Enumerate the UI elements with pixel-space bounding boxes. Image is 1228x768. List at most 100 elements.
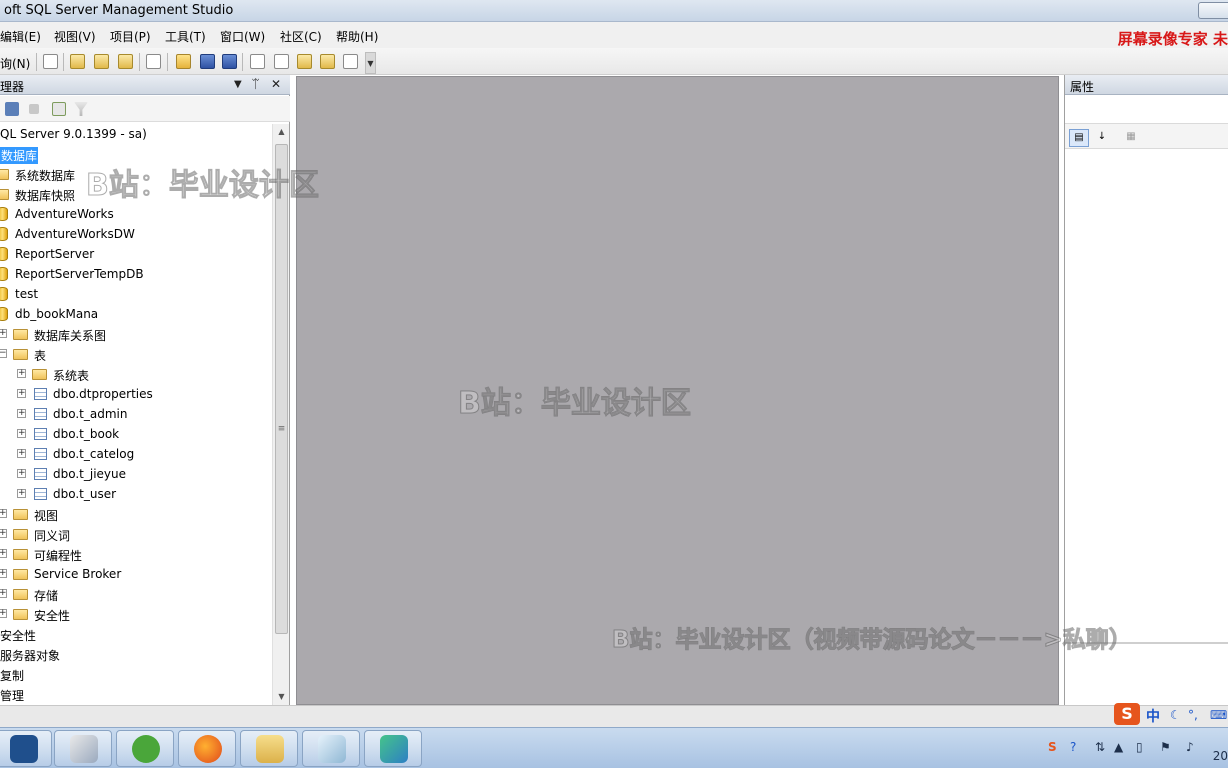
tree-node-label: dbo.t_catelog xyxy=(53,447,135,461)
expand-icon[interactable]: + xyxy=(17,409,26,418)
toolbar-separator xyxy=(242,53,243,71)
taskbar: S ? ⇅ ▲ ▯ ⚑ ♪ 20 xyxy=(0,727,1228,768)
tree-node-label: 服务器对象 xyxy=(0,649,61,663)
taskbar-tools-app[interactable] xyxy=(54,730,112,767)
recorder-banner: 屏幕录像专家 未 xyxy=(1117,30,1228,48)
property-pages-icon[interactable]: ▦ xyxy=(1121,129,1141,147)
tray-device-icon[interactable]: ▯ xyxy=(1136,740,1143,754)
template-explorer-icon[interactable] xyxy=(297,54,312,69)
database-engine-query-icon[interactable] xyxy=(70,54,85,69)
solution-explorer-icon[interactable] xyxy=(320,54,335,69)
taskbar-file-app[interactable] xyxy=(364,730,422,767)
tree-node-label: 管理 xyxy=(0,689,25,703)
file-app-icon xyxy=(380,735,408,763)
expand-icon[interactable]: + xyxy=(0,569,7,578)
menu-community[interactable]: 社区(C) xyxy=(280,28,322,45)
expand-icon[interactable]: + xyxy=(0,529,7,538)
save-all-icon[interactable] xyxy=(222,54,237,69)
new-query-label[interactable]: 询(N) xyxy=(0,55,30,72)
tray-volume-icon[interactable]: ♪ xyxy=(1186,740,1194,754)
expand-icon[interactable]: + xyxy=(0,549,7,558)
taskbar-start-app[interactable] xyxy=(0,730,52,767)
tray-expand-icon[interactable]: ▲ xyxy=(1114,740,1123,754)
expand-icon[interactable]: + xyxy=(17,449,26,458)
main-toolbar: 询(N) xyxy=(0,48,1228,75)
close-icon[interactable]: ✕ xyxy=(271,77,281,91)
sogou-logo-icon[interactable]: S xyxy=(1114,703,1140,725)
database-icon xyxy=(0,247,8,261)
notepad-icon xyxy=(318,735,346,763)
object-explorer-toolbar xyxy=(0,96,290,122)
taskbar-file-explorer[interactable] xyxy=(240,730,298,767)
tree-node-label: ReportServerTempDB xyxy=(15,267,144,281)
tree-scrollbar[interactable]: ▲ ≡ ▼ xyxy=(272,124,289,705)
expand-icon[interactable]: + xyxy=(17,389,26,398)
taskbar-green-app[interactable] xyxy=(116,730,174,767)
expand-icon[interactable]: + xyxy=(0,609,7,618)
properties-header: 属性 xyxy=(1065,75,1228,95)
registered-servers-icon[interactable] xyxy=(250,54,265,69)
tree-node-label: ReportServer xyxy=(15,247,95,261)
new-file-icon[interactable] xyxy=(43,54,58,69)
properties-window-icon[interactable] xyxy=(343,54,358,69)
categorized-icon[interactable]: ▤ xyxy=(1069,129,1089,147)
connect-icon[interactable] xyxy=(5,102,19,116)
object-explorer-icon[interactable] xyxy=(274,54,289,69)
collapse-icon[interactable]: − xyxy=(0,349,7,358)
tree-node-label: 安全性 xyxy=(0,629,37,643)
pane-menu-icon[interactable]: ▼ xyxy=(234,79,242,90)
alphabetical-sort-icon[interactable]: ↓ xyxy=(1092,129,1112,147)
save-icon[interactable] xyxy=(200,54,215,69)
ime-mode-indicator[interactable]: 中 xyxy=(1146,706,1160,726)
new-document-icon[interactable] xyxy=(146,54,161,69)
app-icon xyxy=(10,735,38,763)
folder-icon xyxy=(13,349,28,360)
expand-icon[interactable]: + xyxy=(17,429,26,438)
open-folder-icon[interactable] xyxy=(176,54,191,69)
status-bar xyxy=(0,705,1228,727)
database-icon xyxy=(0,287,8,301)
window-title: oft SQL Server Management Studio xyxy=(4,3,234,18)
analysis-query-icon[interactable] xyxy=(94,54,109,69)
expand-icon[interactable]: + xyxy=(0,589,7,598)
folder-icon xyxy=(13,509,28,520)
tray-network-icon[interactable]: ⇅ xyxy=(1095,740,1105,754)
expand-icon[interactable]: + xyxy=(0,329,7,338)
scroll-down-icon[interactable]: ▼ xyxy=(273,689,290,705)
refresh-icon[interactable] xyxy=(52,102,66,116)
taskbar-notepad[interactable] xyxy=(302,730,360,767)
pin-icon[interactable]: ᛠ xyxy=(252,77,259,91)
minimize-button[interactable] xyxy=(1198,2,1228,19)
expand-icon[interactable]: + xyxy=(17,469,26,478)
table-icon xyxy=(34,428,47,440)
tray-help-icon[interactable]: ? xyxy=(1070,740,1076,754)
stop-icon[interactable] xyxy=(29,104,39,114)
scroll-thumb[interactable] xyxy=(275,144,288,634)
taskbar-firefox[interactable] xyxy=(178,730,236,767)
menu-help[interactable]: 帮助(H) xyxy=(336,28,378,45)
mdx-query-icon[interactable] xyxy=(118,54,133,69)
toolbar-overflow-button[interactable]: ▼ xyxy=(365,52,376,74)
scroll-up-icon[interactable]: ▲ xyxy=(273,124,290,140)
folder-icon xyxy=(13,569,28,580)
clock[interactable]: 20 xyxy=(1213,749,1228,763)
tools-icon xyxy=(70,735,98,763)
expand-icon[interactable]: + xyxy=(17,369,26,378)
filter-icon[interactable] xyxy=(74,102,88,116)
expand-icon[interactable]: + xyxy=(0,509,7,518)
tree-node-label: dbo.t_book xyxy=(53,427,120,441)
folder-icon xyxy=(13,329,28,340)
database-icon xyxy=(0,227,8,241)
menu-edit[interactable]: 编辑(E) xyxy=(0,28,41,45)
menu-tools[interactable]: 工具(T) xyxy=(165,28,206,45)
database-icon xyxy=(0,207,8,221)
expand-icon[interactable]: + xyxy=(17,489,26,498)
menu-project[interactable]: 项目(P) xyxy=(110,28,151,45)
menu-view[interactable]: 视图(V) xyxy=(54,28,96,45)
punctuation-icon[interactable]: °, xyxy=(1188,708,1198,722)
menu-window[interactable]: 窗口(W) xyxy=(220,28,265,45)
moon-icon[interactable]: ☾ xyxy=(1170,708,1181,722)
tray-flag-icon[interactable]: ⚑ xyxy=(1160,740,1171,754)
tray-sogou-icon[interactable]: S xyxy=(1048,740,1057,754)
keyboard-icon[interactable]: ⌨ xyxy=(1210,708,1227,722)
